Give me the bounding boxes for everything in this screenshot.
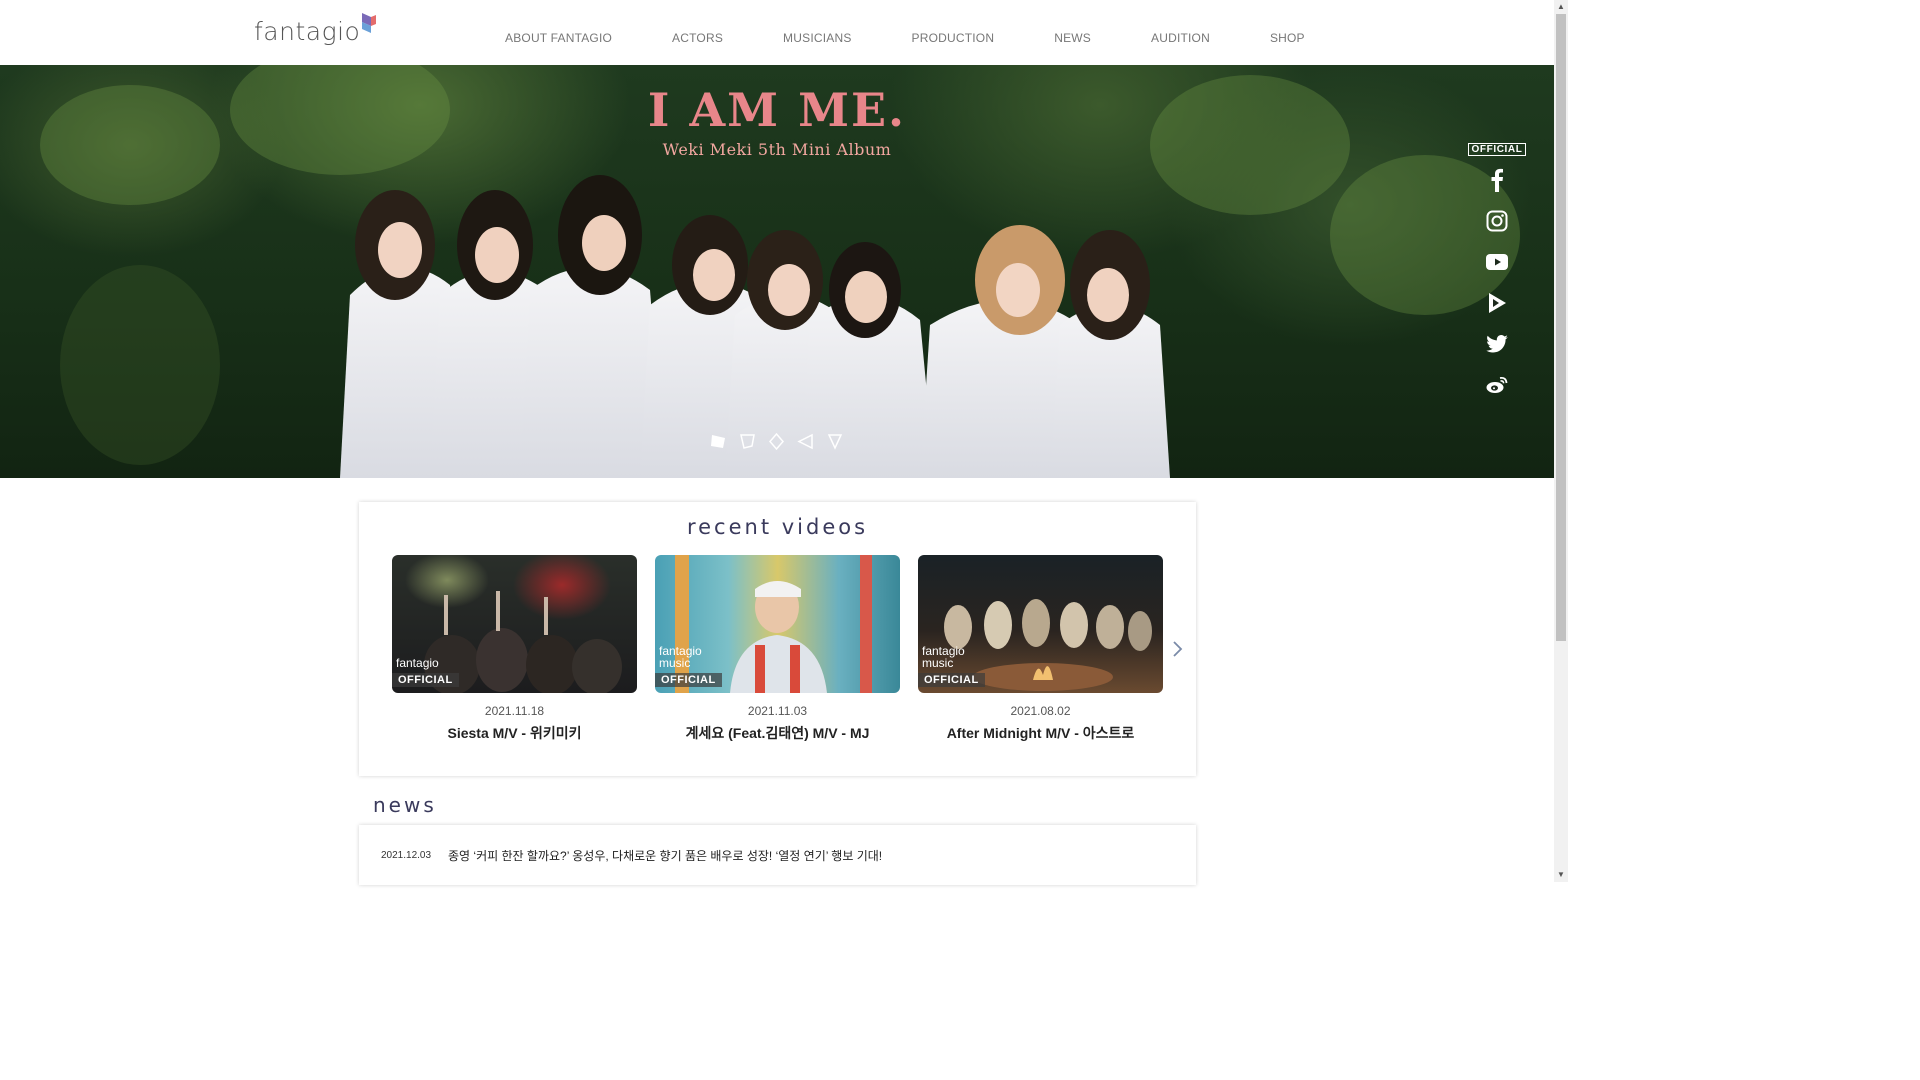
logo-mark-icon [362,13,377,33]
page-scrollbar[interactable]: ▲ ▼ [1554,0,1568,882]
official-label: OFFICIAL [392,673,459,687]
slide-indicators [709,432,844,451]
video-title[interactable]: After Midnight M/V - 아스트로 [918,723,1163,743]
nav-production[interactable]: PRODUCTION [882,31,1025,45]
video-card[interactable]: fantagio music OFFICIAL 2021.11.03 계세요 (… [655,555,900,743]
nav-audition[interactable]: AUDITION [1121,31,1240,45]
video-thumbnail[interactable]: fantagio music OFFICIAL [918,555,1163,693]
news-date: 2021.12.03 [381,850,432,861]
site-header: fantagio ABOUT FANTAGIO ACTORS MUSICIANS… [0,0,1554,65]
recent-videos-heading: recent videos [686,515,869,539]
news-heading: news [373,793,437,817]
slide-dot[interactable] [825,432,844,451]
video-card[interactable]: fantagio music OFFICIAL 2021.08.02 After… [918,555,1163,743]
slide-dot[interactable] [796,432,815,451]
official-label: OFFICIAL [918,673,985,687]
recent-videos-panel: recent videos fantagio OFFICIAL 2021.11.… [359,502,1196,776]
video-card[interactable]: fantagio OFFICIAL 2021.11.18 Siesta M/V … [392,555,637,743]
nav-musicians[interactable]: MUSICIANS [753,31,881,45]
video-thumbnail[interactable]: fantagio OFFICIAL [392,555,637,693]
slide-dot[interactable] [738,432,757,451]
channel-brand: fantagio [396,656,439,670]
official-badge: OFFICIAL [1467,143,1527,156]
nav-about-fantagio[interactable]: ABOUT FANTAGIO [475,31,642,45]
twitter-icon[interactable] [1485,332,1509,356]
scroll-up-icon[interactable]: ▲ [1557,3,1565,11]
hero-banner[interactable]: I AM ME. Weki Meki 5th Mini Album [0,65,1554,478]
slide-dot[interactable] [767,432,786,451]
nav-news[interactable]: NEWS [1024,31,1121,45]
hero-subtitle: Weki Meki 5th Mini Album [662,140,892,159]
video-title[interactable]: Siesta M/V - 위키미키 [392,723,637,743]
video-date: 2021.11.18 [484,704,545,718]
main-nav: ABOUT FANTAGIO ACTORS MUSICIANS PRODUCTI… [475,31,1335,45]
scroll-thumb[interactable] [1556,14,1566,641]
weibo-icon[interactable] [1485,373,1509,397]
video-title[interactable]: 계세요 (Feat.김태연) M/V - MJ [655,723,900,743]
chevron-right-icon[interactable] [1170,639,1184,659]
nav-shop[interactable]: SHOP [1240,31,1335,45]
scroll-down-icon[interactable]: ▼ [1557,871,1565,879]
news-item[interactable]: 2021.12.03 종영 ‘커피 한잔 할까요?’ 옹성우, 다채로운 향기 … [381,847,882,864]
social-links: OFFICIAL [1467,143,1527,414]
nav-actors[interactable]: ACTORS [642,31,753,45]
slide-dot-active[interactable] [709,432,728,451]
official-label: OFFICIAL [655,673,722,687]
play-icon[interactable] [1485,291,1509,315]
news-headline[interactable]: 종영 ‘커피 한잔 할까요?’ 옹성우, 다채로운 향기 품은 배우로 성장! … [448,847,882,864]
news-panel: 2021.12.03 종영 ‘커피 한잔 할까요?’ 옹성우, 다채로운 향기 … [359,825,1196,885]
fantagio-logo[interactable]: fantagio [254,13,377,50]
facebook-icon[interactable] [1485,168,1509,192]
channel-brand: fantagio music [659,644,702,670]
video-thumbnail[interactable]: fantagio music OFFICIAL [655,555,900,693]
instagram-icon[interactable] [1485,209,1509,233]
logo-text: fantagio [254,17,361,46]
video-date: 2021.11.03 [747,704,808,718]
hero-title: I AM ME. [647,83,907,137]
video-date: 2021.08.02 [1010,704,1071,718]
youtube-icon[interactable] [1485,250,1509,274]
channel-brand: fantagio music [922,644,965,670]
